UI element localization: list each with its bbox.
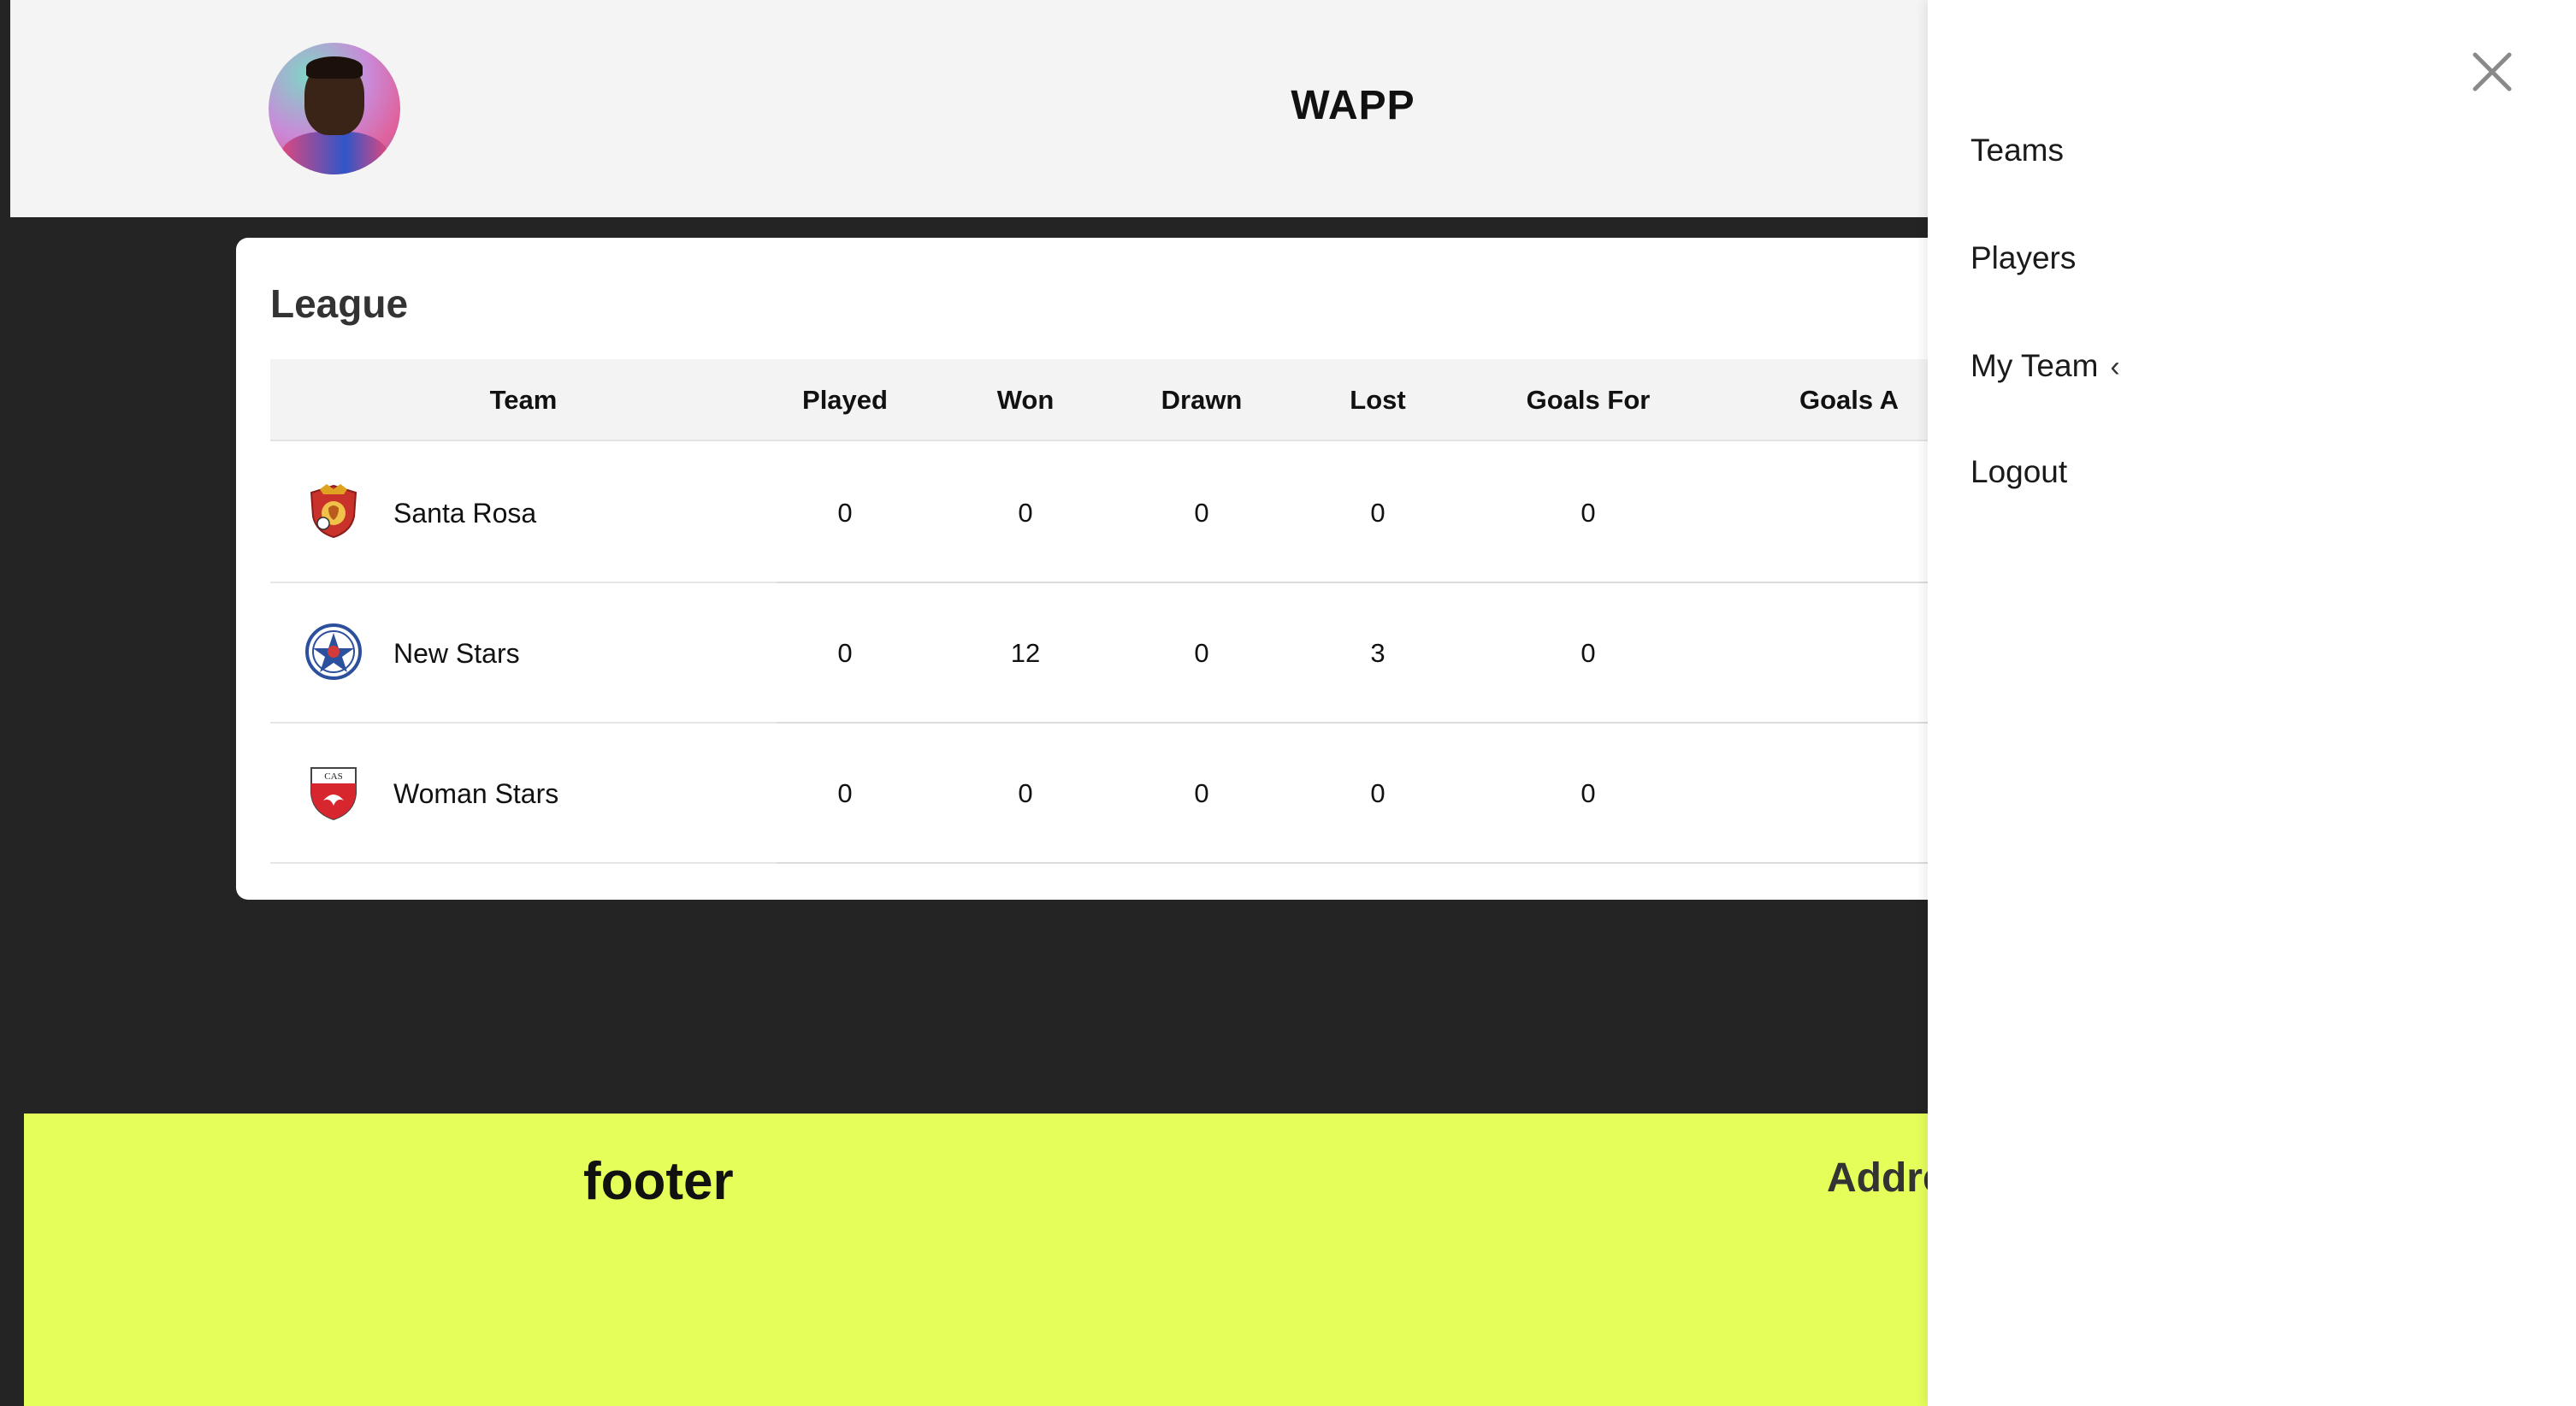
menu-item-teams[interactable]: Teams	[1970, 125, 2064, 176]
avatar[interactable]	[269, 43, 400, 174]
cell-goals-for: 0	[1580, 498, 1596, 528]
menu-item-logout[interactable]: Logout	[1970, 446, 2067, 498]
cell-drawn: 0	[1194, 498, 1209, 528]
team-name[interactable]: Santa Rosa	[393, 443, 536, 583]
crest-text: CAS	[324, 771, 342, 782]
menu-item-label: Players	[1970, 240, 2077, 275]
woman-stars-crest-icon: CAS	[310, 767, 357, 821]
cell-goals-for: 0	[1580, 778, 1596, 808]
table-row: CAS Woman Stars 0 0 0 0 0 0	[270, 724, 2066, 864]
cell-played: 0	[837, 638, 853, 668]
chevron-left-icon: ‹	[2110, 351, 2120, 383]
league-card: League Team Played Won Drawn Lost Goals …	[236, 238, 2066, 900]
cell-goals-for: 0	[1580, 638, 1596, 668]
brand-title[interactable]: WAPP	[1259, 82, 1447, 129]
cell-lost: 0	[1370, 778, 1385, 808]
team-name[interactable]: Woman Stars	[393, 724, 558, 864]
new-stars-crest-icon	[305, 623, 362, 680]
col-played: Played	[802, 385, 888, 415]
row-divider	[777, 862, 2066, 864]
col-lost: Lost	[1350, 385, 1406, 415]
santa-rosa-crest-icon	[310, 484, 357, 539]
menu-item-players[interactable]: Players	[1970, 233, 2076, 284]
app-root: WAPP League Team Played Won Drawn Lost G…	[0, 0, 2576, 1406]
top-header: WAPP	[10, 0, 1960, 217]
side-drawer	[1928, 0, 2576, 1406]
table-row: New Stars 0 12 0 3 0 0	[270, 583, 2066, 724]
cell-played: 0	[837, 778, 853, 808]
table-row: Santa Rosa 0 0 0 0 0 0	[270, 443, 2066, 583]
menu-item-label: Logout	[1970, 454, 2068, 489]
cell-won: 0	[1018, 498, 1033, 528]
cell-lost: 3	[1370, 638, 1385, 668]
cell-lost: 0	[1370, 498, 1385, 528]
team-name[interactable]: New Stars	[393, 583, 520, 724]
col-drawn: Drawn	[1161, 385, 1243, 415]
cell-won: 12	[1010, 638, 1041, 668]
col-goals-for: Goals For	[1526, 385, 1651, 415]
menu-item-label: My Team	[1970, 348, 2099, 383]
league-title: League	[270, 281, 409, 326]
table-header: Team Played Won Drawn Lost Goals For Goa…	[270, 359, 2066, 441]
footer-title: footer	[583, 1152, 734, 1211]
cell-drawn: 0	[1194, 638, 1209, 668]
col-won: Won	[996, 385, 1055, 415]
cell-drawn: 0	[1194, 778, 1209, 808]
cell-played: 0	[837, 498, 853, 528]
col-team: Team	[489, 385, 558, 415]
cell-won: 0	[1018, 778, 1033, 808]
menu-item-label: Teams	[1970, 133, 2064, 168]
footer: footer Addre	[24, 1114, 1991, 1406]
avatar-shirt	[281, 132, 388, 174]
avatar-hair	[306, 56, 363, 79]
menu-item-my-team[interactable]: My Team ‹	[1970, 340, 2120, 392]
close-icon[interactable]	[2470, 50, 2514, 94]
row-divider	[270, 862, 777, 864]
